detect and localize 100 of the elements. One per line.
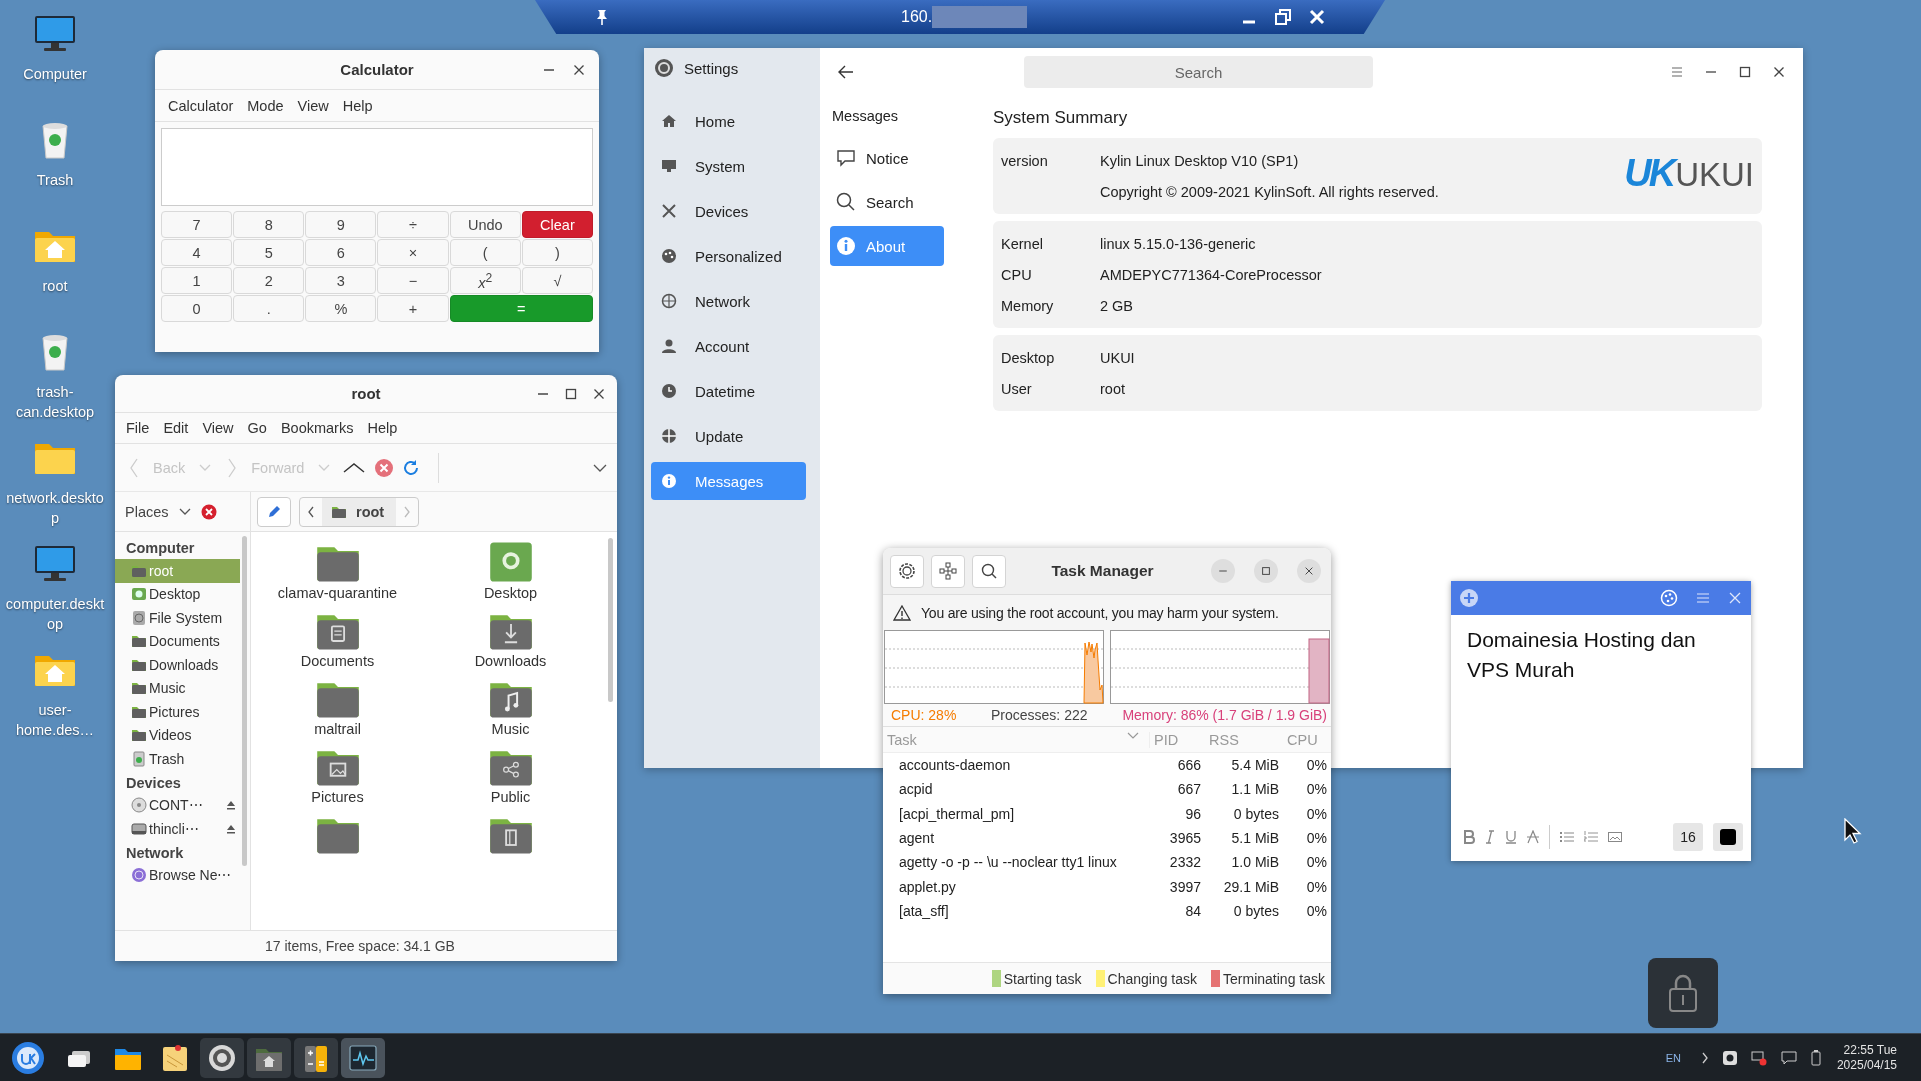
menu-item[interactable]: File xyxy=(119,416,157,440)
info-value: Copyright © 2009-2021 KylinSoft. All rights reserved. xyxy=(1100,183,1439,200)
sidebar-item[interactable]: CONT⋯ xyxy=(115,793,240,817)
info-value: root xyxy=(1100,380,1125,397)
menu-item[interactable]: Help xyxy=(360,416,405,440)
sidebar-item[interactable]: Downloads xyxy=(115,653,240,677)
clock-date[interactable]: 2025/04/15 xyxy=(1836,1057,1897,1073)
calculator-key[interactable]: x$^{2}$ xyxy=(449,267,521,294)
legend-label: Terminating task xyxy=(1223,970,1325,987)
warning-text: You are using the root account, you may harm your system. xyxy=(921,604,1279,621)
table-cell-text: 0% xyxy=(1305,805,1328,822)
nav-item[interactable]: Datetime xyxy=(651,372,806,410)
menu-item[interactable]: Bookmarks xyxy=(273,416,361,440)
table-cell-text: 0% xyxy=(1305,757,1328,774)
calculator-key[interactable]: 9 xyxy=(305,211,377,238)
calculator-key[interactable]: 8 xyxy=(233,211,305,238)
window-title: Calculator xyxy=(340,61,414,78)
calculator-key[interactable]: . xyxy=(233,295,305,322)
nav-item[interactable]: Update xyxy=(651,417,806,455)
places-label[interactable]: Places xyxy=(125,503,169,520)
calculator-key[interactable]: 1 xyxy=(161,267,233,294)
calculator-key[interactable]: ( xyxy=(449,239,521,266)
subnav-item[interactable]: Notice xyxy=(830,138,944,178)
section-title: System Summary xyxy=(993,107,1129,129)
table-cell-text: 0% xyxy=(1305,902,1328,919)
calculator-key[interactable]: × xyxy=(377,239,449,266)
calculator-key[interactable]: % xyxy=(305,295,377,322)
file-name[interactable]: Pictures xyxy=(311,789,364,805)
file-name[interactable]: Downloads xyxy=(474,653,547,669)
nav-item[interactable]: System xyxy=(651,147,806,185)
nav-item[interactable]: Personalized xyxy=(651,237,806,275)
clock-time[interactable]: 22:55 Tue xyxy=(1843,1042,1897,1058)
sidebar-item[interactable]: Music xyxy=(115,676,240,700)
menu-item[interactable]: View xyxy=(195,416,241,440)
menu-item[interactable]: Help xyxy=(337,93,378,118)
calculator-key[interactable]: ) xyxy=(521,239,593,266)
table-cell-text: 5.4 MiB xyxy=(1230,757,1280,774)
file-name[interactable]: maltrail xyxy=(314,721,361,737)
file-name[interactable]: clamav-quarantine xyxy=(277,585,398,601)
calculator-key[interactable]: 7 xyxy=(161,211,233,238)
window-title: Task Manager xyxy=(1050,562,1155,580)
font-size-button[interactable]: 16 xyxy=(1673,823,1703,851)
nav-item[interactable]: Network xyxy=(651,282,806,320)
table-cell-text: 666 xyxy=(1176,757,1202,774)
sidebar-item[interactable]: Videos xyxy=(115,723,240,747)
sidebar-item[interactable]: File System xyxy=(115,606,240,630)
file-name[interactable]: Desktop xyxy=(483,585,538,601)
legend-label: Changing task xyxy=(1107,970,1198,987)
search-field[interactable]: Search xyxy=(1024,56,1373,88)
sidebar-item[interactable]: Browse Ne⋯ xyxy=(115,863,240,887)
path-crumb[interactable]: root xyxy=(322,497,397,526)
menu-item[interactable]: Mode xyxy=(242,93,289,118)
sidebar-item[interactable]: Documents xyxy=(115,629,240,653)
subnav-item[interactable]: Search xyxy=(830,182,944,222)
table-cell-text: 3997 xyxy=(1168,878,1202,895)
calculator-key[interactable]: 2 xyxy=(233,267,305,294)
table-cell-text: 84 xyxy=(1184,902,1202,919)
icon-label: user-home.des… xyxy=(14,701,96,740)
calculator-key[interactable]: 6 xyxy=(305,239,377,266)
sidebar-heading: Network xyxy=(125,843,185,863)
calculator-key[interactable]: + xyxy=(377,295,449,322)
table-cell-text: 2332 xyxy=(1168,854,1202,871)
file-name[interactable]: Public xyxy=(490,789,531,805)
memory-usage: Memory: 86% (1.7 GiB / 1.9 GiB) xyxy=(1122,707,1327,723)
sidebar-heading: Devices xyxy=(125,773,182,793)
table-cell-text: agetty -o -p -- \u --noclear tty1 linux xyxy=(898,854,1118,871)
info-label: User xyxy=(1001,380,1032,397)
file-name[interactable]: Music xyxy=(491,721,530,737)
calculator-key[interactable]: √ xyxy=(521,267,593,294)
menu-item[interactable]: Go xyxy=(240,416,274,440)
calculator-key[interactable]: ÷ xyxy=(377,211,449,238)
file-name[interactable]: Documents xyxy=(300,653,375,669)
icon-label: trash-can.desktop xyxy=(14,383,96,422)
sidebar-item[interactable]: Desktop xyxy=(115,582,240,606)
nav-item[interactable]: Account xyxy=(651,327,806,365)
table-cell-text: 0% xyxy=(1305,781,1328,798)
status-text: 17 items, Free space: 34.1 GB xyxy=(115,930,617,961)
table-cell-text: applet.py xyxy=(898,878,957,895)
calculator-key[interactable]: 0 xyxy=(161,295,233,322)
calculator-key[interactable]: − xyxy=(377,267,449,294)
input-language-indicator[interactable]: EN xyxy=(1665,1051,1681,1064)
calculator-key[interactable]: = xyxy=(449,295,593,322)
sidebar-item[interactable]: Pictures xyxy=(115,700,240,724)
calculator-key[interactable]: 5 xyxy=(233,239,305,266)
icon-label: network.desktop xyxy=(5,489,105,528)
sidebar-item[interactable]: thincli⋯ xyxy=(115,817,240,841)
calculator-key[interactable]: Clear xyxy=(521,211,593,238)
icon-label: root xyxy=(41,277,69,296)
calculator-key[interactable]: 4 xyxy=(161,239,233,266)
table-cell-text: 5.1 MiB xyxy=(1230,830,1280,847)
info-value: AMDEPYC771364-CoreProcessor xyxy=(1100,266,1322,283)
menu-item[interactable]: Edit xyxy=(156,416,196,440)
menu-item[interactable]: Calculator xyxy=(163,93,239,118)
process-count: Processes: 222 xyxy=(991,707,1089,723)
sidebar-item[interactable]: Trash xyxy=(115,747,240,771)
calculator-key[interactable]: Undo xyxy=(449,211,521,238)
nav-item[interactable]: Home xyxy=(651,102,806,140)
nav-item[interactable]: Devices xyxy=(651,192,806,230)
menu-item[interactable]: View xyxy=(292,93,334,118)
calculator-key[interactable]: 3 xyxy=(305,267,377,294)
